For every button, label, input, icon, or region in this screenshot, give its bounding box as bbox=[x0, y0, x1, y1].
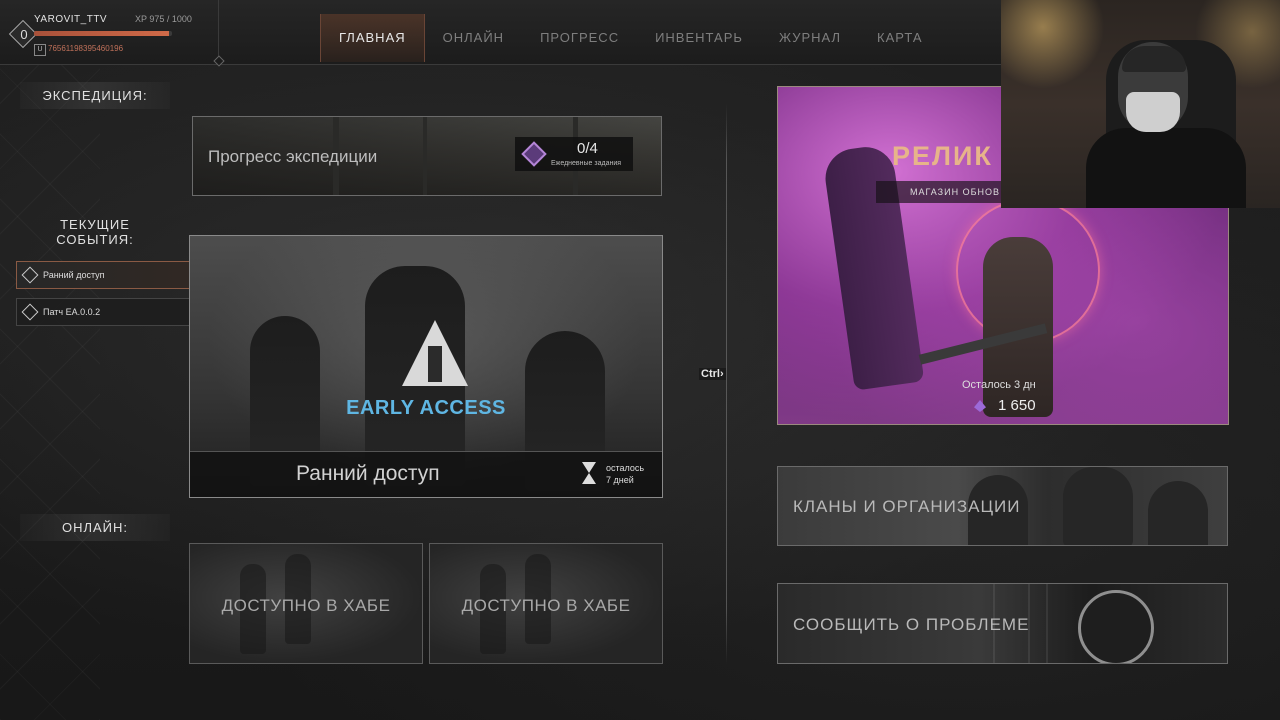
background-pattern bbox=[0, 64, 100, 720]
vertical-divider bbox=[726, 104, 727, 664]
event-diamond-icon bbox=[21, 266, 39, 284]
streamer-cap bbox=[1122, 46, 1186, 72]
relic-timer: Осталось 3 дн bbox=[962, 379, 1036, 391]
tab-main[interactable]: ГЛАВНАЯ bbox=[320, 14, 425, 62]
time-remaining-label: осталось bbox=[606, 463, 645, 473]
relic-price: 1 650 bbox=[998, 397, 1036, 414]
xp-bar-fill bbox=[34, 31, 169, 36]
xp-value: 975 / 1000 bbox=[149, 14, 192, 24]
tab-inventory[interactable]: ИНВЕНТАРЬ bbox=[637, 14, 761, 62]
player-name: YAROVIT_TTV bbox=[34, 14, 108, 25]
separator-diamond-icon bbox=[213, 55, 225, 67]
top-separator bbox=[218, 0, 219, 62]
event-label: Патч EA.0.0.2 bbox=[43, 307, 101, 317]
online-card-label: ДОСТУПНО В ХАБЕ bbox=[461, 596, 631, 615]
daily-tasks-badge: 0/4 Ежедневные задания bbox=[515, 137, 633, 171]
tab-online[interactable]: ОНЛАЙН bbox=[425, 14, 522, 62]
early-access-card[interactable]: EARLY ACCESS Ранний доступ осталось 7 дн… bbox=[189, 235, 663, 498]
report-problem-card[interactable]: СООБЩИТЬ О ПРОБЛЕМЕ bbox=[777, 583, 1228, 664]
main-nav: ГЛАВНАЯ ОНЛАЙН ПРОГРЕСС ИНВЕНТАРЬ ЖУРНАЛ… bbox=[320, 14, 941, 62]
hourglass-icon bbox=[582, 462, 596, 484]
webcam-overlay bbox=[1001, 0, 1280, 208]
clans-label: КЛАНЫ И ОРГАНИЗАЦИИ bbox=[793, 497, 1021, 516]
event-item-early-access[interactable]: Ранний доступ bbox=[16, 261, 198, 289]
xp-readout: XP 975 / 1000 bbox=[135, 14, 192, 24]
streamer-body bbox=[1086, 128, 1246, 208]
time-remaining: осталось 7 дней bbox=[606, 462, 644, 486]
tab-map[interactable]: КАРТА bbox=[859, 14, 941, 62]
daily-tasks-label: Ежедневные задания bbox=[551, 160, 622, 167]
online-card-1[interactable]: ДОСТУПНО В ХАБЕ bbox=[189, 543, 423, 664]
xp-label: XP bbox=[135, 14, 147, 24]
section-label-expedition: ЭКСПЕДИЦИЯ: bbox=[20, 82, 170, 109]
gas-mask-icon bbox=[1078, 590, 1154, 663]
tab-progress[interactable]: ПРОГРЕСС bbox=[522, 14, 637, 62]
daily-tasks-count: 0/4 bbox=[577, 140, 598, 157]
early-access-banner: EARLY ACCESS bbox=[346, 397, 506, 419]
event-label: Ранний доступ bbox=[43, 270, 105, 280]
bg-tree bbox=[423, 117, 427, 195]
time-remaining-value: 7 дней bbox=[606, 475, 634, 485]
crystal-icon bbox=[521, 141, 547, 167]
relic-subtitle: МАГАЗИН ОБНОВ bbox=[910, 187, 1000, 197]
event-item-patch[interactable]: Патч EA.0.0.2 bbox=[16, 298, 198, 326]
clans-card[interactable]: КЛАНЫ И ОРГАНИЗАЦИИ bbox=[777, 466, 1228, 546]
expedition-title: Прогресс экспедиции bbox=[208, 147, 378, 166]
bg-line bbox=[1046, 584, 1048, 663]
streamer-mask bbox=[1126, 92, 1180, 132]
online-card-label: ДОСТУПНО В ХАБЕ bbox=[221, 596, 391, 615]
tab-journal[interactable]: ЖУРНАЛ bbox=[761, 14, 859, 62]
player-id: 76561198395460196 bbox=[48, 44, 124, 53]
report-label: СООБЩИТЬ О ПРОБЛЕМЕ bbox=[793, 615, 1030, 634]
ctrl-hint: Ctrl› bbox=[699, 368, 726, 380]
expedition-progress-card[interactable]: Прогресс экспедиции 0/4 Ежедневные задан… bbox=[192, 116, 662, 196]
bg-figure bbox=[1063, 467, 1133, 545]
section-label-events: ТЕКУЩИЕ СОБЫТИЯ: bbox=[56, 217, 134, 247]
platform-badge-icon: U bbox=[34, 44, 46, 56]
section-label-online: ОНЛАЙН: bbox=[20, 514, 170, 541]
bg-figure bbox=[1148, 481, 1208, 545]
logo-cutout bbox=[428, 346, 442, 382]
player-level: 0 bbox=[20, 27, 28, 42]
relic-title: РЕЛИК bbox=[892, 141, 993, 171]
early-access-title: Ранний доступ bbox=[296, 462, 440, 485]
online-card-2[interactable]: ДОСТУПНО В ХАБЕ bbox=[429, 543, 663, 664]
xp-bar bbox=[34, 31, 172, 36]
event-diamond-icon bbox=[21, 303, 39, 321]
early-access-footer: Ранний доступ осталось 7 дней bbox=[190, 451, 662, 497]
